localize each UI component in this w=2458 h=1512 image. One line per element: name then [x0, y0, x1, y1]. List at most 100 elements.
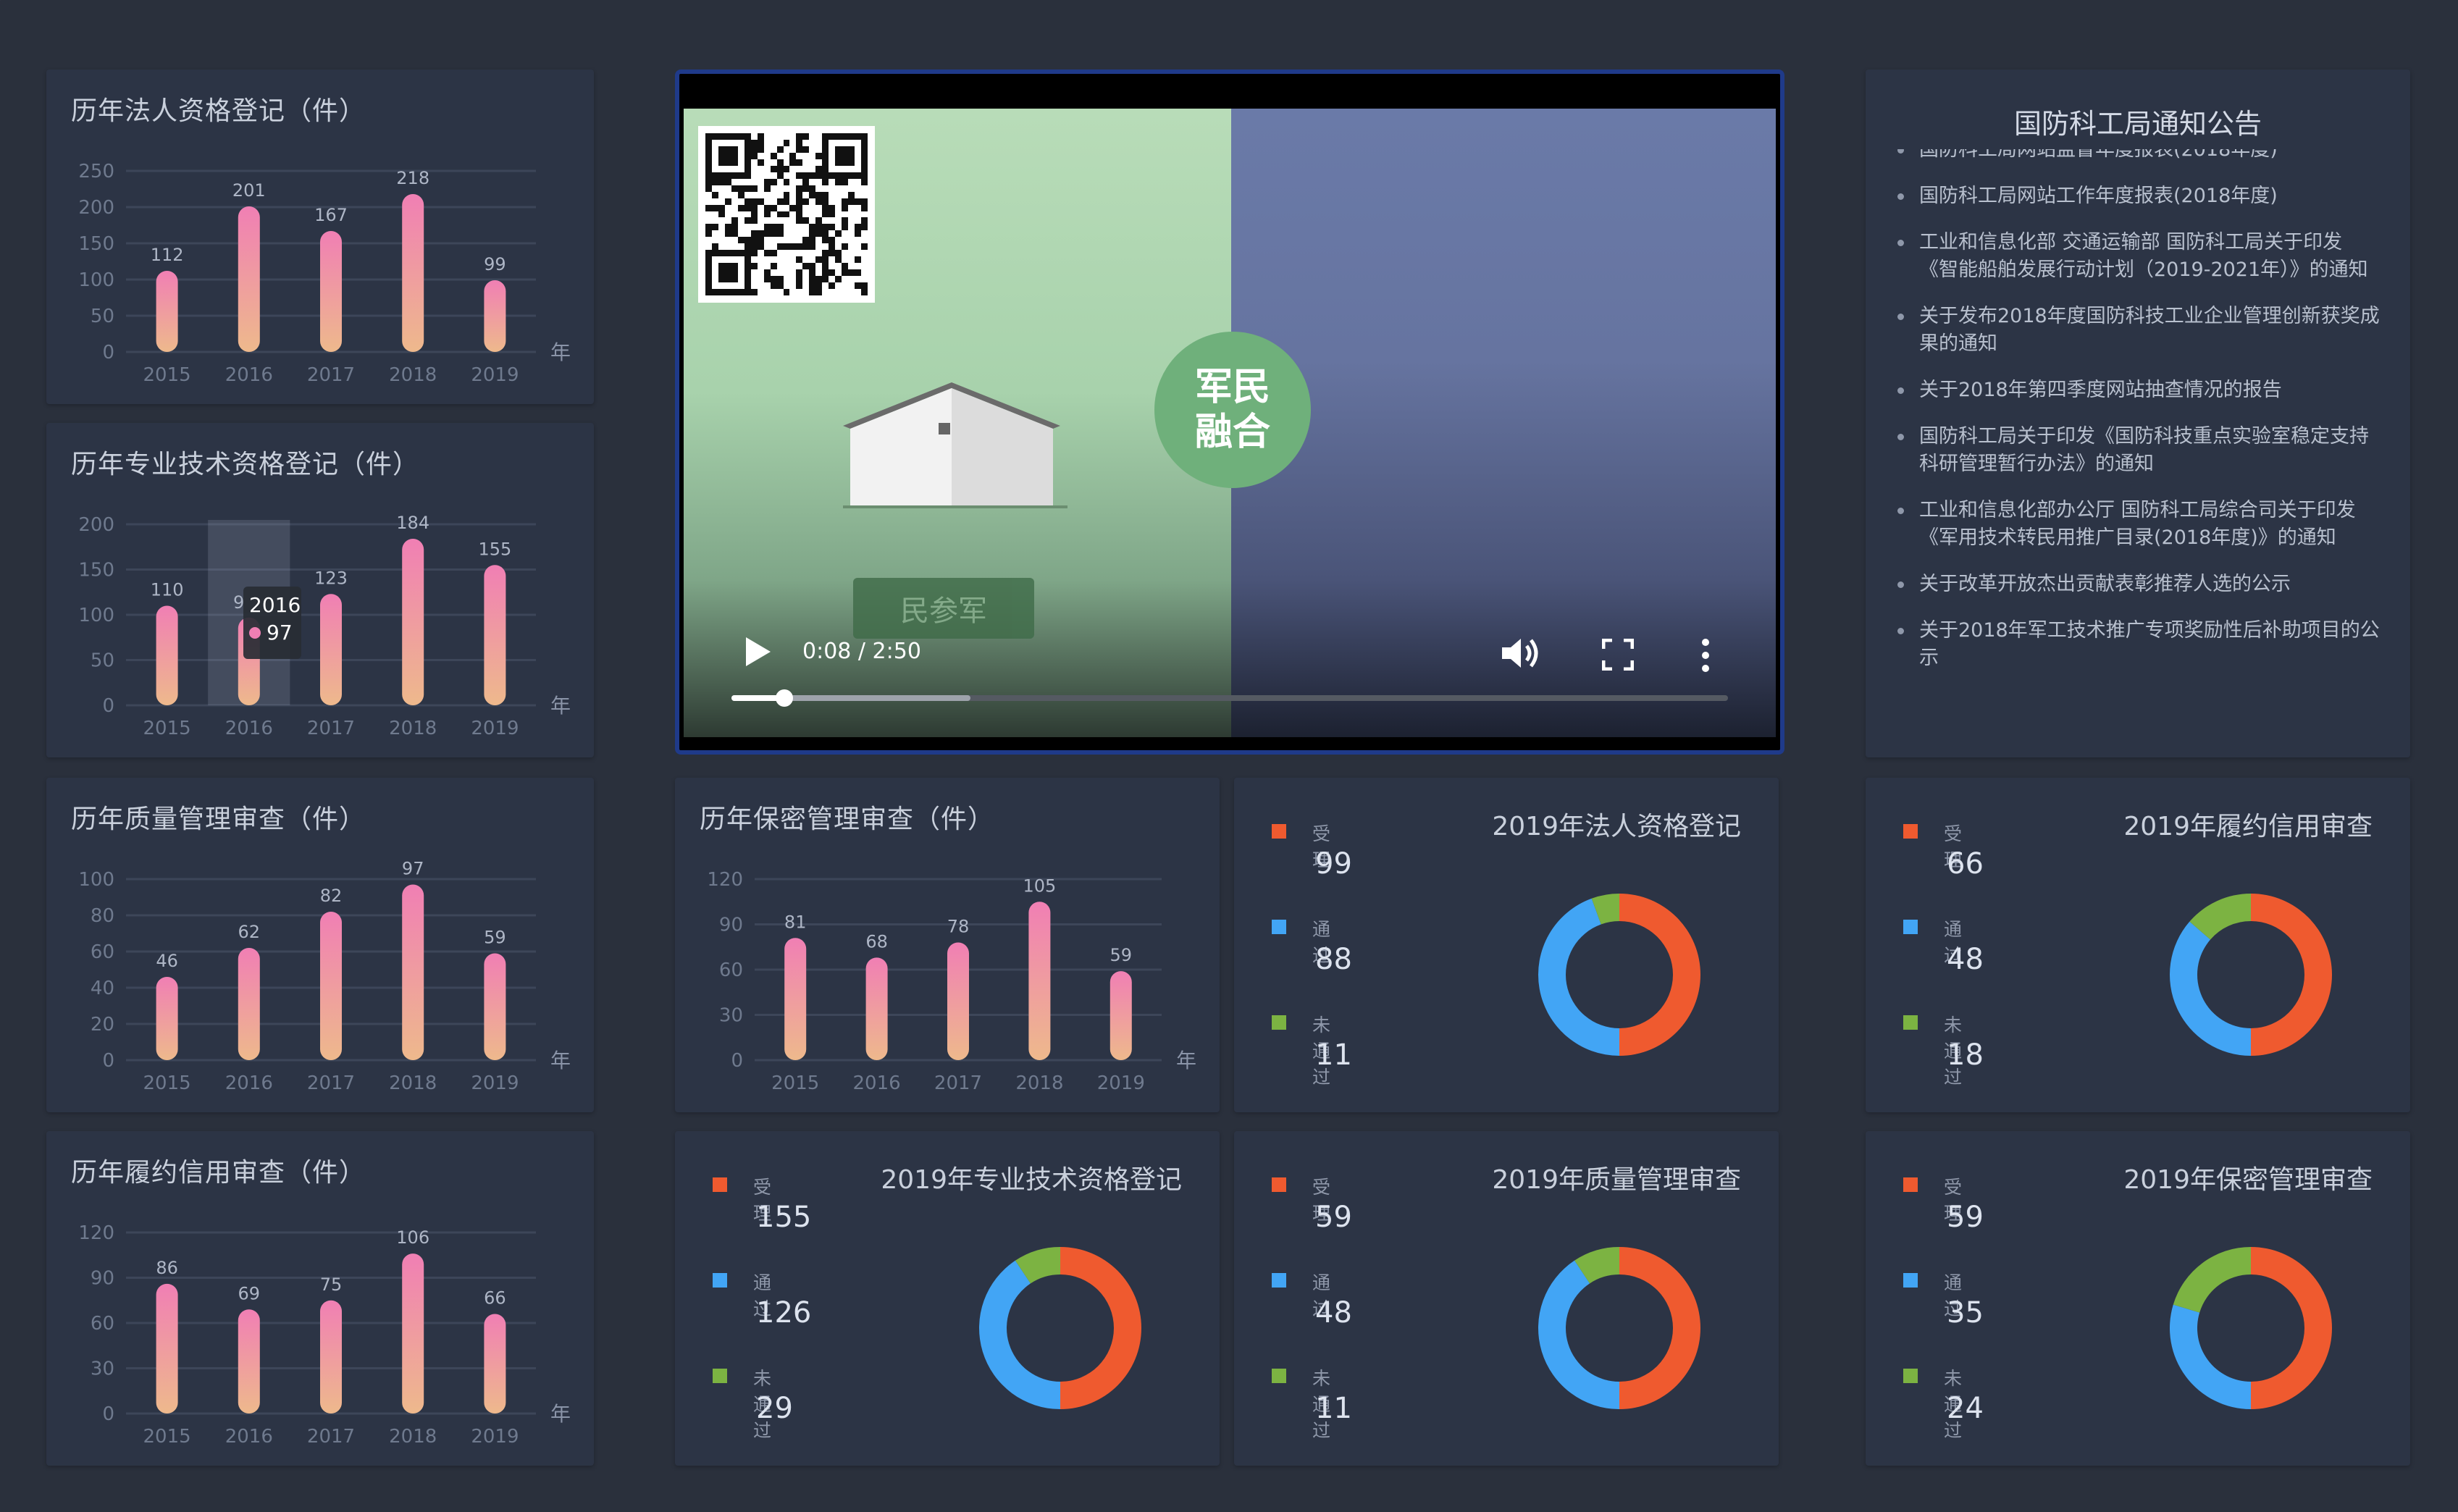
donut-panel-credit-2019: 2019年履约信用审查 受理 66 通过 48 未通过 18 — [1866, 778, 2410, 1112]
chart-tooltip: 2016 97 — [243, 587, 301, 659]
news-item[interactable]: 关于2018年军工技术推广专项奖励性后补助项目的公示 — [1895, 617, 2381, 672]
bar-chart: 0 30 60 90 120 81 2015 68 2016 78 2017 105 2018 59 201… — [707, 869, 1196, 1094]
bar-2015 — [784, 938, 807, 1060]
y-tick-label: 60 — [91, 1313, 114, 1335]
data-label: 112 — [151, 245, 184, 265]
volume-icon[interactable] — [1501, 636, 1541, 671]
video-controls: 0:08 / 2:50 — [684, 629, 1776, 715]
donut-panel-professional-tech-2019: 2019年专业技术资格登记 受理 155 通过 126 未通过 29 — [675, 1131, 1220, 1466]
bar-2016 — [865, 957, 888, 1060]
x-axis-unit: 年 — [550, 340, 571, 364]
y-tick-label: 20 — [91, 1014, 114, 1036]
x-axis-unit: 年 — [1176, 1049, 1196, 1072]
y-tick-label: 150 — [78, 560, 114, 581]
data-label: 123 — [314, 568, 348, 588]
video-time: 0:08 / 2:50 — [802, 639, 921, 664]
y-tick-label: 90 — [719, 915, 743, 936]
donut-title: 2019年履约信用审查 — [2123, 812, 2373, 841]
x-tick-label: 2019 — [1097, 1072, 1145, 1094]
donut-slice-通过 — [2170, 921, 2251, 1056]
news-item[interactable]: 工业和信息化部办公厅 国防科工局综合司关于印发《军用技术转民用推广目录(2018… — [1895, 497, 2381, 552]
legend-value: 48 — [1947, 943, 1984, 976]
bar-2015 — [156, 605, 178, 705]
y-tick-label: 0 — [102, 1403, 114, 1425]
news-item[interactable]: 国防科工局网站工作年度报表(2018年度) — [1895, 182, 2381, 210]
y-tick-label: 0 — [102, 1050, 114, 1072]
x-tick-label: 2017 — [307, 718, 355, 739]
play-icon[interactable] — [743, 636, 772, 668]
news-item[interactable]: 国防科工局关于印发《国防科技重点实验室稳定支持科研管理暂行办法》的通知 — [1895, 423, 2381, 478]
donut-title: 2019年保密管理审查 — [2123, 1165, 2373, 1195]
donut-slice-通过 — [2170, 1304, 2251, 1409]
bar-panel-quality-mgmt: 历年质量管理审查（件） 0 20 40 60 80 100 46 2015 62 2016 82 20… — [46, 778, 594, 1112]
legend-value: 66 — [1947, 847, 1984, 881]
bar-2017 — [320, 231, 342, 352]
x-axis-unit: 年 — [550, 694, 571, 718]
data-label: 82 — [320, 886, 343, 906]
fullscreen-icon[interactable] — [1602, 639, 1634, 671]
legend-swatch — [1272, 1369, 1286, 1383]
legend-swatch — [1903, 1177, 1918, 1192]
bar-chart: 0 50 100 150 200 250 112 2015 201 2016 167 2017 218 2… — [78, 161, 571, 386]
news-list: 国防科工局网站监督年度报表(2018年度) 国防科工局网站工作年度报表(2018… — [1895, 149, 2381, 721]
news-item[interactable]: 工业和信息化部 交通运输部 国防科工局关于印发《智能船舶发展行动计划（2019-… — [1895, 229, 2381, 284]
donut-chart — [1538, 894, 1700, 1056]
news-item[interactable]: 关于2018年第四季度网站抽查情况的报告 — [1895, 377, 2381, 404]
legend-value: 29 — [756, 1392, 793, 1425]
legend-value: 18 — [1947, 1038, 1984, 1072]
tooltip-partial-label: 9 — [233, 592, 245, 613]
y-tick-label: 80 — [91, 905, 114, 927]
x-tick-label: 2017 — [307, 1072, 355, 1094]
news-item[interactable]: 关于发布2018年度国防科技工业企业管理创新获奖成果的通知 — [1895, 303, 2381, 358]
data-label: 46 — [156, 951, 178, 971]
bar-panel-credit-review: 历年履约信用审查（件） 0 30 60 90 120 86 2015 69 2016 75 2017… — [46, 1131, 594, 1466]
bar-2015 — [156, 1283, 178, 1414]
y-tick-label: 120 — [707, 869, 743, 891]
y-tick-label: 200 — [78, 514, 114, 536]
y-tick-label: 100 — [78, 869, 114, 891]
progress-knob[interactable] — [775, 689, 793, 707]
x-tick-label: 2019 — [471, 1072, 519, 1094]
bar-2019 — [1110, 971, 1132, 1060]
video-progress-bar[interactable] — [731, 689, 1728, 707]
badge-line1: 军民 — [1194, 366, 1270, 409]
x-tick-label: 2015 — [143, 364, 191, 386]
x-tick-label: 2016 — [225, 364, 273, 386]
bar-2019 — [484, 280, 506, 352]
video-player[interactable]: 军民 融合 民参军 0:08 / 2:50 — [675, 70, 1784, 755]
legend-swatch — [1903, 1273, 1918, 1288]
data-label: 69 — [238, 1283, 261, 1303]
bar-2018 — [402, 1253, 424, 1414]
video-surface[interactable]: 军民 融合 民参军 0:08 / 2:50 — [684, 78, 1776, 746]
x-tick-label: 2016 — [225, 1072, 273, 1094]
tooltip-dot-icon — [249, 627, 261, 639]
bar-2018 — [1028, 902, 1051, 1060]
data-label: 184 — [396, 513, 429, 533]
news-item[interactable]: 国防科工局网站监督年度报表(2018年度) — [1895, 149, 2381, 164]
bar-2018 — [402, 884, 424, 1060]
more-options-icon[interactable] — [1700, 637, 1711, 673]
y-tick-label: 90 — [91, 1268, 114, 1290]
data-label: 62 — [238, 922, 261, 942]
news-title: 国防科工局通知公告 — [2013, 108, 2262, 140]
legend-value: 59 — [1947, 1201, 1984, 1234]
data-label: 66 — [484, 1288, 506, 1309]
legend-swatch — [713, 1177, 727, 1192]
legend-swatch — [1272, 1015, 1286, 1030]
legend-swatch — [1272, 1177, 1286, 1192]
badge-circle: 军民 融合 — [1154, 332, 1311, 488]
bar-2017 — [320, 1300, 342, 1414]
news-item[interactable]: 关于改革开放杰出贡献表彰推荐人选的公示 — [1895, 571, 2381, 598]
x-tick-label: 2017 — [307, 1426, 355, 1448]
y-tick-label: 120 — [78, 1222, 114, 1244]
donut-title: 2019年质量管理审查 — [1492, 1165, 1741, 1195]
legend-swatch — [713, 1273, 727, 1288]
legend-value: 35 — [1947, 1296, 1984, 1330]
donut-panel-confidentiality-2019: 2019年保密管理审查 受理 59 通过 35 未通过 24 — [1866, 1131, 2410, 1466]
x-tick-label: 2015 — [143, 718, 191, 739]
badge-line2: 融合 — [1194, 411, 1270, 454]
y-tick-label: 50 — [91, 650, 114, 672]
x-tick-label: 2015 — [143, 1426, 191, 1448]
bar-panel-confidentiality: 历年保密管理审查（件） 0 30 60 90 120 81 2015 68 2016 78 2017… — [675, 778, 1220, 1112]
x-tick-label: 2015 — [143, 1072, 191, 1094]
